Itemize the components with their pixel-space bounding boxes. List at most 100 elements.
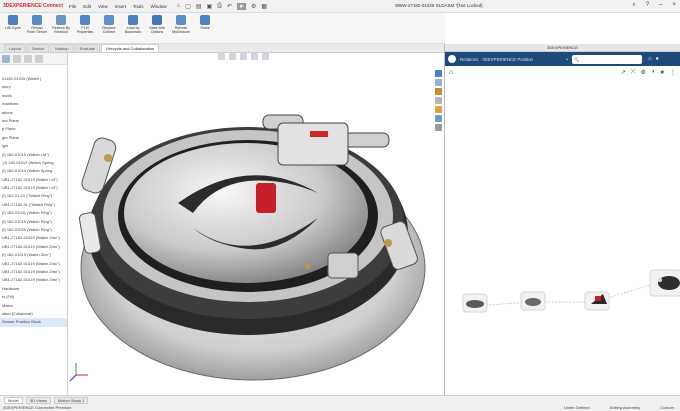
- ribbon-load-bookmark-button[interactable]: Load by Bookmark: [123, 13, 143, 43]
- tree-item[interactable]: -(f) 182-01013 (Watch Spring: [0, 159, 67, 167]
- ribbon-replace-content-button[interactable]: Replace Content: [99, 13, 119, 43]
- heads-up-toolbar: [218, 53, 269, 60]
- menu-edit[interactable]: Edit: [83, 4, 91, 9]
- status-units[interactable]: Custom: [660, 405, 674, 410]
- resources-tab-icon[interactable]: [435, 79, 442, 86]
- print-icon[interactable]: ⎙: [217, 3, 222, 10]
- tree-item[interactable]: igin: [0, 142, 67, 150]
- compass-icon[interactable]: [448, 55, 456, 63]
- minimize-icon[interactable]: –: [659, 2, 662, 9]
- ribbon-reload-button[interactable]: Reload From Server: [27, 13, 47, 43]
- section-view-icon[interactable]: [240, 53, 247, 60]
- tree-item[interactable]: UB1-27182-01019 (Watch Lid"): [0, 176, 67, 184]
- feature-manager-icon[interactable]: [2, 55, 10, 63]
- ribbon-share-button[interactable]: Share: [195, 13, 215, 43]
- chevron-down-icon[interactable]: ⌄: [565, 56, 569, 62]
- tab-lifecycle-collaboration[interactable]: Lifecycle and Collaboration: [101, 44, 160, 52]
- search-icon[interactable]: ⌕: [632, 2, 635, 9]
- tab-model[interactable]: Model: [4, 397, 23, 404]
- more-icon[interactable]: ⋮: [670, 69, 676, 76]
- tree-item[interactable]: (f) 182-01014 (Watch Spring: [0, 167, 67, 175]
- tree-item[interactable]: (f) 182-01019 (Watch Zinc"): [0, 251, 67, 259]
- help-icon[interactable]: ?: [646, 2, 649, 9]
- appearances-icon[interactable]: [435, 115, 442, 122]
- tree-item[interactable]: ations: [0, 109, 67, 117]
- select-icon[interactable]: ➤: [237, 2, 247, 10]
- collapse-icon[interactable]: ⤫: [631, 69, 636, 76]
- options-icon[interactable]: ▦: [261, 3, 267, 10]
- tree-item[interactable]: (f) 182-01-01 ("Watch Ring"): [0, 192, 67, 200]
- assembly-model[interactable]: [68, 53, 443, 395]
- tree-item[interactable]: (f) 182-01019 (Watch Ring"): [0, 218, 67, 226]
- rebuild-icon[interactable]: ⚙: [251, 3, 256, 10]
- tab-sketch[interactable]: Sketch: [27, 44, 50, 52]
- tab-3d-views[interactable]: 3D Views: [25, 397, 51, 404]
- settings-icon[interactable]: ⚙: [641, 69, 646, 76]
- expand-icon[interactable]: ↗: [621, 69, 626, 76]
- zoom-area-icon[interactable]: [229, 53, 236, 60]
- tree-item[interactable]: notations: [0, 100, 67, 108]
- tab-evaluate[interactable]: Evaluate: [74, 44, 101, 52]
- view-orientation-icon[interactable]: [251, 53, 258, 60]
- new-doc-icon[interactable]: ▢: [185, 3, 191, 10]
- graphics-viewport[interactable]: [68, 53, 443, 395]
- file-explorer-icon[interactable]: [435, 97, 442, 104]
- open-icon[interactable]: ▤: [196, 3, 202, 10]
- tree-item[interactable]: UB1-27182-01019 (Watch Lid"): [0, 184, 67, 192]
- tree-item[interactable]: ont Plane: [0, 117, 67, 125]
- zoom-fit-icon[interactable]: [218, 53, 225, 60]
- home-icon[interactable]: ⌂: [449, 69, 453, 76]
- display-style-icon[interactable]: [262, 53, 269, 60]
- configuration-manager-icon[interactable]: [24, 55, 32, 63]
- ribbon-life-cycle-button[interactable]: Life Cycle: [3, 13, 23, 43]
- tree-item[interactable]: UB1-27182-01019 (Watch Zinc"): [0, 260, 67, 268]
- tree-item[interactable]: story: [0, 83, 67, 91]
- filter-icon[interactable]: ◑: [651, 69, 655, 76]
- ribbon-save-options-button[interactable]: Save with Options: [147, 13, 167, 43]
- close-icon[interactable]: ×: [672, 2, 676, 9]
- ribbon-plm-properties-button[interactable]: PLM Properties: [75, 13, 95, 43]
- ribbon-restore-button[interactable]: Restore By Revision: [51, 13, 71, 43]
- search-input[interactable]: 🔍: [572, 54, 643, 64]
- tree-item[interactable]: p Plane: [0, 125, 67, 133]
- tree-item[interactable]: UB1-27182-01019 (Watch Zinc"): [0, 268, 67, 276]
- home-tab-icon[interactable]: [435, 70, 442, 77]
- tree-item[interactable]: (f) 182-01020 (Watch Ring"): [0, 226, 67, 234]
- tree-item[interactable]: ation (Collaborat): [0, 310, 67, 318]
- tree-item[interactable]: Sensor Position Block: [0, 318, 67, 327]
- tree-item[interactable]: UB1-27182-01 ("Watch Ring"): [0, 201, 67, 209]
- save-icon[interactable]: ▣: [206, 3, 212, 10]
- tab-motion-study[interactable]: Motion Study 1: [53, 397, 89, 404]
- tree-item[interactable]: Mates: [0, 302, 67, 310]
- home-icon[interactable]: ⌂: [177, 3, 181, 9]
- view-palette-icon[interactable]: [435, 106, 442, 113]
- tree-item[interactable]: ght Plane: [0, 134, 67, 142]
- user-icon[interactable]: ●: [656, 56, 659, 62]
- ribbon-refresh-session-button[interactable]: Refresh MySession: [171, 13, 191, 43]
- tree-item[interactable]: nsors: [0, 92, 67, 100]
- menu-window[interactable]: Window: [151, 4, 167, 9]
- tree-item[interactable]: UB1-27182-01019 (Watch Zinc"): [0, 276, 67, 284]
- property-manager-icon[interactable]: [13, 55, 21, 63]
- tag-icon[interactable]: ⌂: [648, 56, 651, 62]
- tree-item[interactable]: UB1-27182-01019 (Watch Zinc"): [0, 243, 67, 251]
- menu-file[interactable]: File: [69, 4, 76, 9]
- tree-item[interactable]: (f) 182-01015 (Watch Lid"): [0, 151, 67, 159]
- undo-icon[interactable]: ↶: [227, 3, 232, 10]
- tree-item[interactable]: (f) 182-01041 (Watch Ring"): [0, 209, 67, 217]
- replace-icon: [104, 15, 114, 25]
- design-library-icon[interactable]: [435, 88, 442, 95]
- tab-layout[interactable]: Layout: [4, 44, 27, 52]
- menu-insert[interactable]: Insert: [115, 4, 126, 9]
- relations-graph[interactable]: [445, 80, 680, 394]
- star-icon[interactable]: ★: [660, 69, 665, 76]
- custom-properties-icon[interactable]: [435, 124, 442, 131]
- menu-tools[interactable]: Tools: [133, 4, 144, 9]
- tree-item[interactable]: 01182-01025 (Watch ): [0, 75, 67, 83]
- tree-item[interactable]: UB1-27182-01019 (Watch Zinc"): [0, 234, 67, 242]
- tree-item[interactable]: ts (Fill): [0, 293, 67, 301]
- display-manager-icon[interactable]: [35, 55, 43, 63]
- tree-item[interactable]: Hardware: [0, 285, 67, 293]
- menu-view[interactable]: View: [98, 4, 108, 9]
- tab-markup[interactable]: Markup: [50, 44, 74, 52]
